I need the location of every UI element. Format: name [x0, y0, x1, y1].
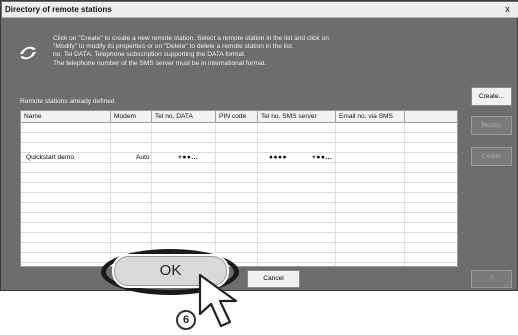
mouse-pointer-icon	[198, 273, 238, 328]
create-button[interactable]: Create...	[471, 87, 512, 106]
info-line: Click on "Create" to create a new remote…	[53, 35, 329, 42]
cell-email-sms: +●●...	[312, 154, 333, 161]
column-divider	[110, 123, 111, 266]
info-arrow-icon	[20, 46, 36, 60]
column-divider	[151, 123, 152, 266]
column-header-tel-data[interactable]: Tel no. DATA	[152, 111, 216, 123]
cell-modem: Auto	[136, 154, 150, 161]
step-number-badge: 6	[176, 310, 196, 330]
table-row[interactable]: Quickstart demo Auto +●●... ●●●● +●●...	[21, 153, 457, 162]
info-line: no. Tel DATA: Telephone subscription sup…	[53, 51, 246, 59]
column-header-pin-code[interactable]: PIN code	[216, 111, 258, 123]
column-header-email-sms[interactable]: Email no. via SMS	[336, 111, 405, 123]
cell-name: Quickstart demo	[26, 154, 75, 161]
column-divider	[404, 123, 405, 266]
remote-stations-dialog: Directory of remote stations x Click on …	[0, 0, 518, 291]
info-line: "Modify" to modify its properties or on …	[53, 43, 294, 51]
window-title: Directory of remote stations	[5, 5, 112, 14]
stations-table[interactable]: Name Modem Tel no. DATA PIN code Tel no.…	[20, 110, 458, 267]
column-header-sms-server[interactable]: Tel no. SMS server	[258, 111, 336, 123]
help-button[interactable]: ?	[471, 270, 512, 288]
stations-list-label: Remote stations already defined	[20, 98, 115, 105]
column-header-modem[interactable]: Modem	[111, 111, 152, 123]
cell-tel-data: +●●...	[178, 154, 199, 161]
column-divider	[215, 123, 216, 266]
modify-button[interactable]: Modify	[471, 116, 512, 135]
column-header-name[interactable]: Name	[21, 111, 111, 123]
table-header: Name Modem Tel no. DATA PIN code Tel no.…	[21, 111, 457, 123]
cell-sms-server: ●●●●	[269, 154, 287, 161]
column-divider	[257, 123, 258, 266]
info-line: The telephone number of the SMS server m…	[53, 59, 267, 67]
close-icon[interactable]: x	[502, 4, 513, 15]
column-divider	[335, 123, 336, 266]
table-grid	[21, 123, 457, 266]
title-bar: Directory of remote stations x	[2, 2, 518, 18]
info-text: Click on "Create" to create a new remote…	[53, 35, 433, 68]
delete-button[interactable]: Delete	[471, 147, 512, 166]
